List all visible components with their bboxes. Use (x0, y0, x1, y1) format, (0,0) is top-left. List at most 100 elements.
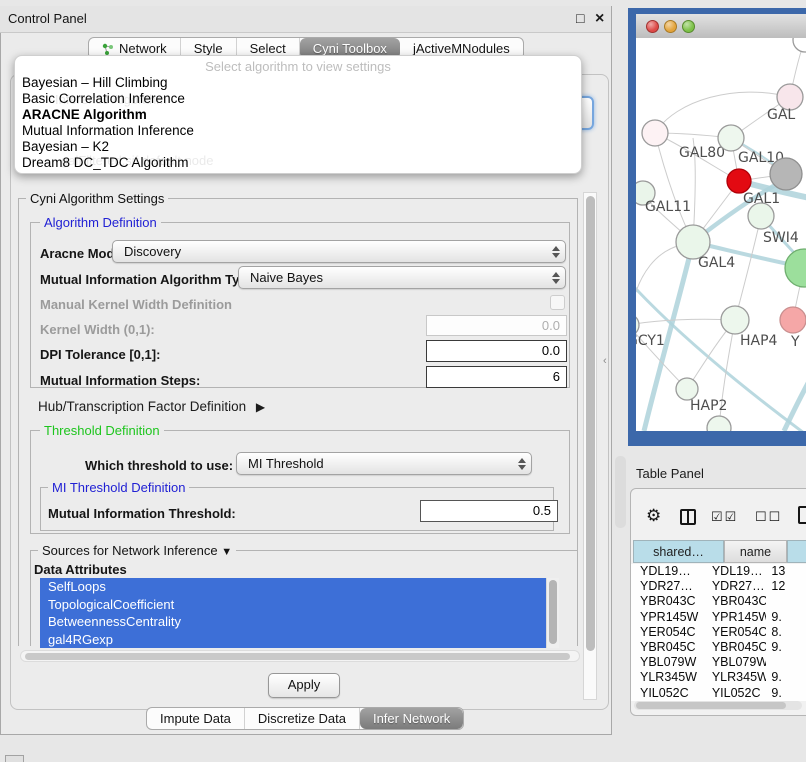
tab-discretize-data[interactable]: Discretize Data (245, 708, 360, 729)
table-cell: YER054C (631, 625, 712, 640)
dpi-tolerance-input[interactable]: 0.0 (426, 340, 567, 362)
table-cell: YDR27… (712, 579, 767, 594)
table-cell: YDL19… (631, 564, 712, 579)
table-cell: YDL19… (712, 564, 767, 579)
table-row[interactable]: YDR27…YDR27…12 (631, 579, 806, 594)
table-row[interactable]: YBR043CYBR043C (631, 594, 806, 609)
tab-impute-data[interactable]: Impute Data (147, 708, 245, 729)
mi-type-select[interactable]: Naive Bayes (238, 266, 566, 289)
table-rows: YDL19…YDL19…13YDR27…YDR27…12YBR043CYBR04… (631, 564, 806, 701)
network-node-gal10[interactable] (718, 125, 744, 151)
table-row[interactable]: YBR045CYBR045C9. (631, 640, 806, 655)
which-threshold-label: Which threshold to use: (85, 458, 233, 473)
table-cell: YIL052C (712, 686, 767, 701)
chevron-down-icon: ▼ (221, 546, 232, 558)
tab-label: Discretize Data (258, 711, 346, 726)
network-node[interactable] (770, 158, 802, 190)
data-attributes-list: SelfLoopsTopologicalCoefficientBetweenne… (40, 578, 546, 648)
tab-label: Impute Data (160, 711, 231, 726)
sources-group-toggle[interactable]: Sources for Network Inference ▼ (38, 543, 236, 558)
network-node-y[interactable] (780, 307, 806, 333)
algorithm-option[interactable]: Bayesian – Hill Climbing (20, 75, 576, 91)
table-row[interactable]: YBL079WYBL079W (631, 655, 806, 670)
table-column-header[interactable]: shared… (633, 540, 724, 563)
table-cell: YBL079W (631, 655, 712, 670)
right-panel-scrollbar[interactable] (615, 456, 626, 528)
network-node-hap2[interactable] (676, 378, 698, 400)
table-row[interactable]: YPR145WYPR145W9. (631, 610, 806, 625)
which-threshold-select[interactable]: MI Threshold (236, 452, 532, 475)
table-cell: YBL079W (712, 655, 767, 670)
close-window-icon[interactable]: × (595, 10, 604, 28)
tab-label: Network (119, 41, 167, 56)
table-panel-title: Table Panel (636, 466, 704, 481)
mi-type-value: Naive Bayes (239, 270, 547, 285)
float-window-icon[interactable]: □ (576, 10, 580, 26)
minimize-traffic-light[interactable] (664, 20, 677, 33)
hub-section-toggle[interactable]: Hub/Transcription Factor Definition ▶ (38, 399, 265, 414)
algorithm-option[interactable]: Dream8 DC_TDC Algorithm (20, 155, 576, 171)
deselect-all-columns-icon[interactable]: ☐☐ (755, 509, 782, 525)
network-node-gal80[interactable] (642, 120, 668, 146)
dpi-tolerance-label: DPI Tolerance [0,1]: (40, 347, 160, 362)
data-attribute-item[interactable]: gal4RGexp (40, 631, 546, 649)
manual-kernel-checkbox[interactable] (550, 295, 565, 310)
table-row[interactable]: YLR345WYLR345W9. (631, 670, 806, 685)
settings-vertical-scrollbar[interactable] (583, 192, 597, 700)
network-node-gal4[interactable] (676, 225, 710, 259)
network-node-label: GCY1 (636, 333, 665, 349)
table-column-header[interactable] (787, 540, 806, 563)
table-horizontal-scrollbar[interactable] (634, 701, 802, 710)
mi-type-label: Mutual Information Algorithm Type: (40, 272, 259, 287)
close-traffic-light[interactable] (646, 20, 659, 33)
algorithm-option[interactable]: Basic Correlation Inference (20, 91, 576, 107)
table-cell: 9. (766, 610, 806, 625)
network-node-swi4[interactable] (748, 203, 774, 229)
panel-divider-handle[interactable]: ‹ (603, 355, 607, 367)
network-node-gal1[interactable] (727, 169, 751, 193)
table-cell: 9. (766, 640, 806, 655)
table-row[interactable]: YIL052CYIL052C9. (631, 686, 806, 701)
corner-widget[interactable] (5, 755, 24, 762)
tab-label: jActiveMNodules (413, 41, 510, 56)
data-attribute-item[interactable]: SelfLoops (40, 578, 546, 596)
network-node-label: HAP2 (690, 398, 727, 414)
algorithm-option[interactable]: ARACNE Algorithm (20, 107, 576, 123)
network-node-hap4[interactable] (721, 306, 749, 334)
network-node[interactable] (707, 416, 731, 431)
table-cell: YBR043C (631, 594, 712, 609)
gear-icon[interactable]: ⚙ (646, 506, 661, 526)
algorithm-option[interactable]: Mutual Information Inference (20, 123, 576, 139)
aracne-mode-select[interactable]: Discovery (112, 240, 566, 263)
network-node-label: GAL11 (645, 199, 691, 215)
table-row[interactable]: YDL19…YDL19…13 (631, 564, 806, 579)
table-cell: YBR045C (712, 640, 767, 655)
mi-threshold-label: Mutual Information Threshold: (48, 506, 236, 521)
apply-button[interactable]: Apply (268, 673, 340, 698)
data-attribute-item[interactable]: BetweennessCentrality (40, 613, 546, 631)
mi-threshold-input[interactable]: 0.5 (420, 500, 558, 522)
tab-label: Select (250, 41, 286, 56)
settings-horizontal-scrollbar[interactable] (20, 650, 580, 662)
tab-infer-network[interactable]: Infer Network (360, 708, 463, 729)
table-row[interactable]: YER054CYER054C8. (631, 625, 806, 640)
network-node-label: GAL80 (679, 145, 725, 161)
algorithm-option[interactable]: Bayesian – K2 (20, 139, 576, 155)
network-window-titlebar[interactable] (636, 14, 806, 39)
table-cell: YBR043C (712, 594, 767, 609)
app-root: Control Panel □ × NetworkStyleSelectCyni… (0, 0, 806, 762)
attributes-list-scrollbar[interactable] (546, 578, 559, 648)
select-all-columns-icon[interactable]: ☑☑ (711, 509, 738, 525)
kernel-width-input[interactable]: 0.0 (426, 315, 567, 336)
mi-steps-input[interactable]: 6 (426, 366, 567, 388)
table-column-header[interactable]: name (724, 540, 787, 563)
network-view-canvas[interactable]: GALGAL80GAL10GAL1GAL11SWI4GAL4GCY1HAP4YH… (636, 38, 806, 431)
table-cell: YDR27… (631, 579, 712, 594)
data-attribute-item[interactable]: TopologicalCoefficient (40, 596, 546, 614)
network-node[interactable] (793, 38, 806, 52)
zoom-traffic-light[interactable] (682, 20, 695, 33)
network-node[interactable] (785, 249, 806, 287)
split-columns-icon[interactable] (680, 509, 696, 525)
document-icon[interactable] (798, 506, 806, 524)
algorithm-dropdown-placeholder: Select algorithm to view settings (15, 59, 581, 74)
